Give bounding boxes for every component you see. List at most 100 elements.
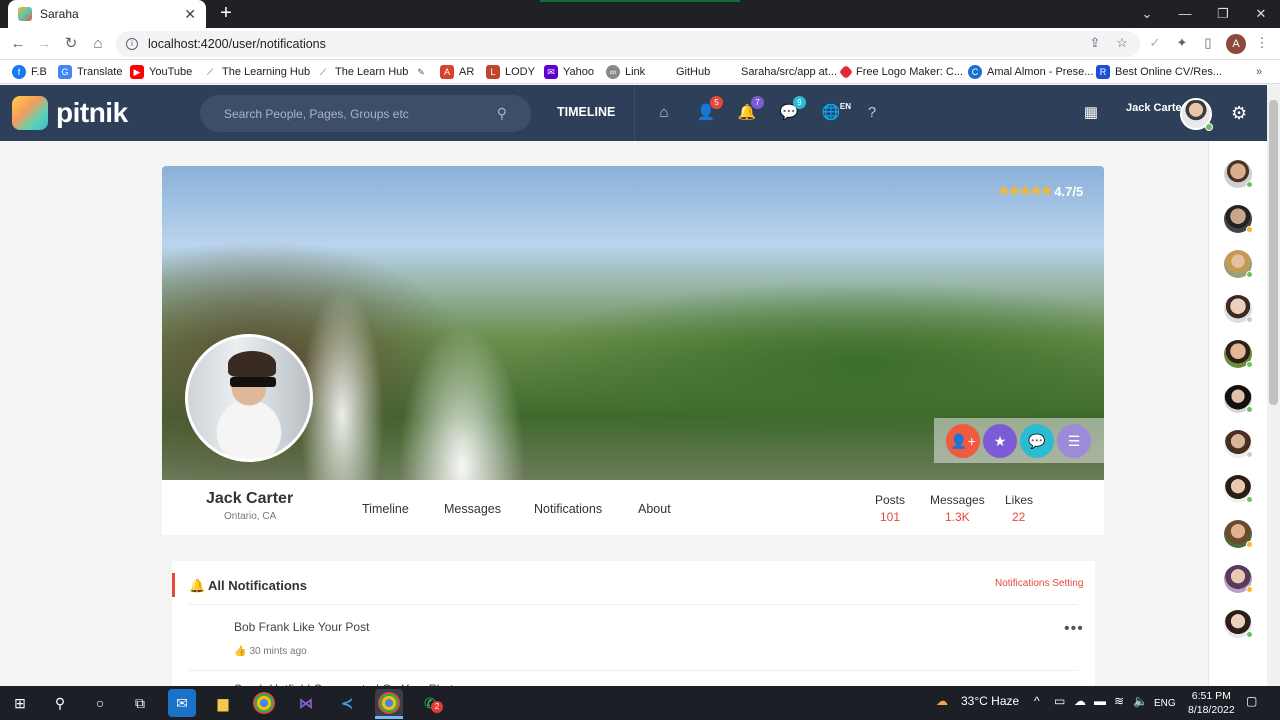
extensions-icon[interactable]: ✦	[1173, 34, 1191, 52]
help-icon[interactable]: ?	[862, 103, 882, 123]
more-bookmarks-icon[interactable]: »	[1256, 64, 1262, 80]
menu-icon[interactable]: ⋮	[1253, 34, 1271, 52]
active-app-indicator	[375, 716, 403, 719]
home-nav-icon[interactable]: ⌂	[654, 103, 674, 123]
bookmark-logo-maker[interactable]: Free Logo Maker: C...	[838, 64, 963, 80]
tab-title: Saraha	[40, 7, 79, 21]
power-icon[interactable]: ▬	[1094, 694, 1106, 708]
task-view-icon[interactable]: ⧉	[126, 689, 154, 717]
bookmark-star-icon[interactable]: ☆	[1113, 34, 1131, 52]
search-input[interactable]	[224, 106, 497, 121]
vscode-icon[interactable]: ≺	[333, 689, 361, 717]
minimize-button[interactable]: —	[1166, 0, 1204, 28]
chrome-app-icon[interactable]	[253, 692, 275, 714]
file-explorer-icon[interactable]: ▆	[209, 689, 237, 717]
input-language[interactable]: ENG	[1154, 698, 1176, 709]
profile-location: Ontario, CA	[224, 511, 277, 522]
onedrive-icon[interactable]: ☁	[1074, 694, 1086, 708]
volume-icon[interactable]: 🔈	[1133, 694, 1148, 708]
notification-center-icon[interactable]: ▢	[1246, 694, 1257, 708]
check-extension-icon[interactable]: ✓	[1146, 34, 1164, 52]
windows-start-icon[interactable]: ⊞	[6, 689, 34, 717]
language-globe-icon[interactable]: 🌐 EN	[821, 102, 851, 123]
profile-picture[interactable]	[185, 334, 313, 462]
bookmark-youtube[interactable]: ▶ YouTube	[130, 64, 192, 80]
restore-button[interactable]: ❐	[1204, 0, 1242, 28]
side-panel-icon[interactable]: ▯	[1199, 34, 1217, 52]
page-scrollbar-thumb[interactable]	[1269, 100, 1278, 405]
site-info-icon[interactable]: i	[126, 38, 138, 50]
bookmark-cv[interactable]: R Best Online CV/Res...	[1096, 64, 1222, 80]
settings-gear-icon[interactable]: ⚙	[1231, 103, 1247, 124]
brand-logo[interactable]: pitnik	[12, 95, 128, 131]
back-icon[interactable]: ←	[8, 34, 28, 54]
tab-search-icon[interactable]: ⌄	[1128, 0, 1166, 28]
home-icon[interactable]: ⌂	[88, 34, 108, 54]
weather-text[interactable]: 33°C Haze	[961, 694, 1019, 708]
tab-timeline[interactable]: Timeline	[362, 502, 409, 516]
logo-mark-icon	[12, 96, 48, 130]
messages-icon[interactable]: 💬 9	[779, 96, 806, 123]
bookmark-amal-almon[interactable]: C Amal Almon - Prese...	[968, 64, 1093, 80]
online-dot	[1246, 271, 1253, 278]
add-friend-button[interactable]: 👤+	[946, 424, 980, 458]
bookmark-translate[interactable]: G Translate	[58, 64, 122, 80]
cortana-icon[interactable]: ○	[86, 689, 114, 717]
whatsapp-icon[interactable]: ✆ 2	[416, 689, 444, 717]
wifi-icon[interactable]: ≋	[1114, 694, 1124, 708]
mail-app-icon[interactable]: ✉	[168, 689, 196, 717]
new-tab-button[interactable]: +	[216, 3, 236, 23]
apps-grid-icon[interactable]: ▦	[1081, 103, 1101, 123]
system-clock[interactable]: 6:51 PM 8/18/2022	[1188, 689, 1235, 717]
tab-messages[interactable]: Messages	[444, 502, 501, 516]
follow-star-button[interactable]: ★	[983, 424, 1017, 458]
message-button[interactable]: 💬	[1020, 424, 1054, 458]
bookmark-github[interactable]: GitHub	[676, 64, 710, 80]
close-tab-icon[interactable]: ✕	[184, 6, 196, 23]
notification-more-icon[interactable]: •••	[1064, 620, 1084, 638]
profile-sunglasses	[230, 377, 276, 387]
bookmark-yahoo[interactable]: ✉ Yahoo	[544, 64, 594, 80]
bookmark-lody[interactable]: L LODY	[486, 64, 535, 80]
bookmark-unnamed[interactable]: ✎	[414, 64, 433, 80]
profile-avatar[interactable]: A	[1226, 34, 1246, 54]
visual-studio-icon[interactable]: ⋈	[292, 689, 320, 717]
forward-icon[interactable]: →	[34, 34, 54, 54]
show-hidden-icons[interactable]: ^	[1034, 694, 1040, 708]
friend-requests-icon[interactable]: 👤 5	[696, 96, 723, 123]
thumbs-up-icon: 👍	[234, 646, 247, 657]
logo-maker-icon	[838, 64, 854, 80]
bookmark-link[interactable]: ∞ Link	[606, 64, 645, 80]
bookmark-fb[interactable]: f F.B	[12, 64, 47, 80]
tab-notifications[interactable]: Notifications	[534, 502, 602, 516]
canva-icon: C	[968, 65, 982, 79]
header-user-name[interactable]: Jack Carter	[1126, 102, 1186, 114]
friend-requests-badge: 5	[710, 96, 723, 109]
notifications-bell-icon[interactable]: 🔔 7	[737, 96, 764, 123]
address-bar[interactable]: i localhost:4200/user/notifications	[116, 31, 1140, 57]
bookmark-ar[interactable]: A AR	[440, 64, 474, 80]
lody-icon: L	[486, 65, 500, 79]
bookmark-learning-hub[interactable]: ⟋ The Learning Hub	[203, 64, 310, 80]
bookmark-learn-hub[interactable]: ⟋ The Learn Hub	[316, 64, 409, 80]
close-window-button[interactable]: ✕	[1242, 0, 1280, 28]
away-dot	[1246, 586, 1253, 593]
notification-text[interactable]: Bob Frank Like Your Post	[234, 620, 369, 634]
bookmark-saraha-src[interactable]: Saraha/src/app at...	[741, 64, 837, 80]
taskbar-search-icon[interactable]: ⚲	[46, 689, 74, 717]
timeline-nav-link[interactable]: TIMELINE	[557, 105, 615, 119]
notifications-setting-link[interactable]: Notifications Setting	[995, 578, 1083, 589]
browser-tab[interactable]: Saraha ✕	[8, 0, 206, 28]
options-sliders-button[interactable]: ☰	[1057, 424, 1091, 458]
profile-info-bar	[162, 480, 1104, 535]
resume-icon: R	[1096, 65, 1110, 79]
weather-icon[interactable]: ☁	[936, 694, 948, 708]
reload-icon[interactable]: ↻	[61, 34, 81, 54]
battery-icon[interactable]: ▭	[1054, 694, 1065, 708]
search-icon[interactable]: ⚲	[497, 105, 507, 122]
notifications-badge: 7	[751, 96, 764, 109]
notifications-accent-bar	[172, 573, 175, 597]
tab-about[interactable]: About	[638, 502, 671, 516]
clock-date: 8/18/2022	[1188, 704, 1235, 716]
share-icon[interactable]: ⇪	[1086, 34, 1104, 52]
